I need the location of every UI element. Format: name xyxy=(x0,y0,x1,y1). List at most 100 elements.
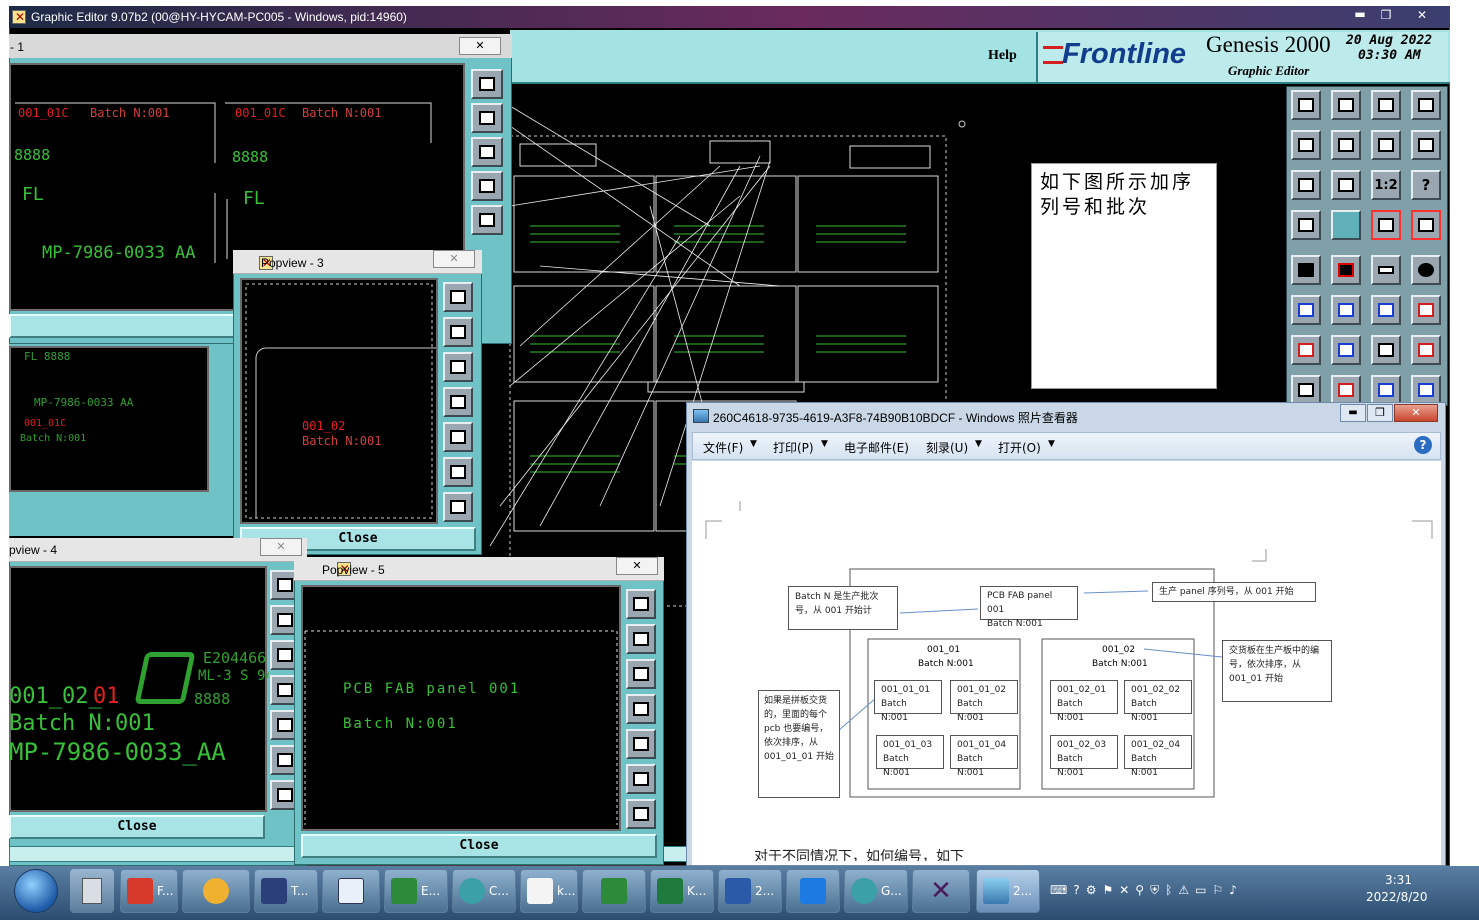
popview-tool-button[interactable] xyxy=(626,694,656,724)
tool-button[interactable] xyxy=(1411,375,1441,405)
tool-button[interactable] xyxy=(1371,295,1401,325)
taskbar-item[interactable]: C... xyxy=(452,869,516,913)
taskbar-item[interactable]: k... xyxy=(520,869,578,913)
network-icon[interactable]: ⚲ xyxy=(1135,883,1144,897)
taskbar-shell-icon[interactable] xyxy=(182,869,250,913)
taskbar-item[interactable]: F... xyxy=(120,869,178,913)
x-icon[interactable]: ✕ xyxy=(1119,883,1129,897)
tool-button[interactable] xyxy=(1411,295,1441,325)
popview-tool-button[interactable] xyxy=(471,137,503,167)
tool-button[interactable] xyxy=(1411,335,1441,365)
popview-tool-button[interactable] xyxy=(626,624,656,654)
popview-tool-button[interactable] xyxy=(471,171,503,201)
menu-print[interactable]: 打印(P) xyxy=(773,439,814,456)
tool-button[interactable] xyxy=(1331,90,1361,120)
tool-button[interactable] xyxy=(1331,130,1361,160)
tool-button[interactable] xyxy=(1371,335,1401,365)
tool-button[interactable] xyxy=(1411,130,1441,160)
tool-button[interactable] xyxy=(1371,375,1401,405)
taskbar-frontline-icon[interactable] xyxy=(582,869,646,913)
taskbar-item[interactable]: 2... xyxy=(718,869,782,913)
photo-help-icon[interactable]: ? xyxy=(1414,436,1432,454)
clock-date[interactable]: 2022/8/20 xyxy=(1366,890,1428,904)
home-icon[interactable] xyxy=(1371,90,1401,120)
pv-close-button[interactable]: ✕ xyxy=(1394,404,1438,422)
tool-button[interactable] xyxy=(1291,375,1321,405)
popview-5-close-button[interactable]: Close xyxy=(301,834,657,858)
settings-icon[interactable]: ⚙ xyxy=(1086,883,1097,897)
grid-icon[interactable] xyxy=(1331,210,1361,240)
pan-icon[interactable] xyxy=(1331,170,1361,200)
popview-tool-button[interactable] xyxy=(443,422,473,452)
taskbar-item[interactable]: T... xyxy=(254,869,318,913)
popview-tool-button[interactable] xyxy=(443,387,473,417)
menu-open[interactable]: 打开(O) xyxy=(998,439,1041,456)
bluetooth-icon[interactable]: ᛒ xyxy=(1165,883,1172,897)
taskbar-feishu-icon[interactable] xyxy=(786,869,840,913)
tool-button[interactable] xyxy=(1371,130,1401,160)
tool-button[interactable] xyxy=(1331,375,1361,405)
tool-button[interactable] xyxy=(1331,255,1361,285)
tool-button[interactable] xyxy=(1371,210,1401,240)
clock-time[interactable]: 3:31 xyxy=(1385,873,1412,887)
popview-tool-button[interactable] xyxy=(626,659,656,689)
popview-tool-button[interactable] xyxy=(443,282,473,312)
taskbar-notepad-icon[interactable] xyxy=(322,869,380,913)
tool-button[interactable] xyxy=(1291,255,1321,285)
popview-tool-button[interactable] xyxy=(626,764,656,794)
taskbar-x-icon[interactable]: ✕ xyxy=(912,869,970,913)
taskbar-item[interactable]: K... xyxy=(650,869,714,913)
help-menu[interactable]: Help xyxy=(988,48,1017,64)
popview-tool-button[interactable] xyxy=(626,729,656,759)
tool-button[interactable] xyxy=(1291,335,1321,365)
minimize-button[interactable]: ▬ xyxy=(1348,8,1372,24)
menu-email[interactable]: 电子邮件(E) xyxy=(844,439,909,456)
pv-minimize-button[interactable]: ▬ xyxy=(1340,404,1366,422)
taskbar-item[interactable]: 2... xyxy=(976,869,1040,913)
popview-tool-button[interactable] xyxy=(471,69,503,99)
shield-icon[interactable]: ⛨ xyxy=(1150,883,1159,898)
taskbar-item[interactable]: G... xyxy=(844,869,908,913)
popview-5-close-x[interactable]: ✕ xyxy=(616,557,658,575)
tool-button[interactable] xyxy=(1411,210,1441,240)
tool-button[interactable] xyxy=(1331,295,1361,325)
help-icon[interactable]: ? xyxy=(1073,883,1079,897)
close-button[interactable]: ✕ xyxy=(1408,8,1436,24)
popview-4-close-button[interactable]: Close xyxy=(9,815,265,839)
taskbar-item[interactable]: E... xyxy=(384,869,448,913)
keyboard-icon[interactable]: ⌨ xyxy=(1050,883,1067,897)
maximize-button[interactable]: ❐ xyxy=(1374,8,1398,24)
action-center-icon[interactable]: ⚐ xyxy=(1212,883,1223,897)
popview-tool-button[interactable] xyxy=(443,352,473,382)
warning-icon[interactable]: ⚠ xyxy=(1178,883,1189,897)
volume-icon[interactable]: ♪ xyxy=(1229,883,1237,897)
menu-file[interactable]: 文件(F) xyxy=(703,439,743,456)
popview-tool-button[interactable] xyxy=(471,103,503,133)
popview-1-close-x[interactable]: ✕ xyxy=(459,37,501,55)
pv-maximize-button[interactable]: ❐ xyxy=(1367,404,1393,422)
popview-tool-button[interactable] xyxy=(471,205,503,235)
popview-4-close-x[interactable]: ✕ xyxy=(260,538,302,556)
scale-icon[interactable]: 1:2 xyxy=(1371,170,1401,200)
monitor-icon[interactable]: ▭ xyxy=(1195,883,1206,897)
tool-button[interactable] xyxy=(1291,130,1321,160)
tool-button[interactable] xyxy=(1291,210,1321,240)
dot-icon[interactable] xyxy=(1411,255,1441,285)
tool-button[interactable] xyxy=(1411,90,1441,120)
flag-icon[interactable]: ⚑ xyxy=(1102,883,1113,897)
tool-button[interactable] xyxy=(1291,90,1321,120)
fit-icon[interactable] xyxy=(1291,170,1321,200)
start-button[interactable] xyxy=(14,869,58,913)
tool-button[interactable] xyxy=(1291,295,1321,325)
menu-burn[interactable]: 刻录(U) xyxy=(926,439,968,456)
help-icon[interactable]: ? xyxy=(1411,170,1441,200)
tool-button[interactable] xyxy=(1331,335,1361,365)
popview-tool-button[interactable] xyxy=(626,589,656,619)
popview-3-close-x[interactable]: ✕ xyxy=(433,250,475,268)
popview-tool-button[interactable] xyxy=(626,799,656,829)
popview-tool-button[interactable] xyxy=(443,317,473,347)
popview-tool-button[interactable] xyxy=(443,457,473,487)
ruler-icon[interactable] xyxy=(1371,255,1401,285)
calculator-icon[interactable] xyxy=(70,869,114,913)
popview-tool-button[interactable] xyxy=(443,492,473,522)
